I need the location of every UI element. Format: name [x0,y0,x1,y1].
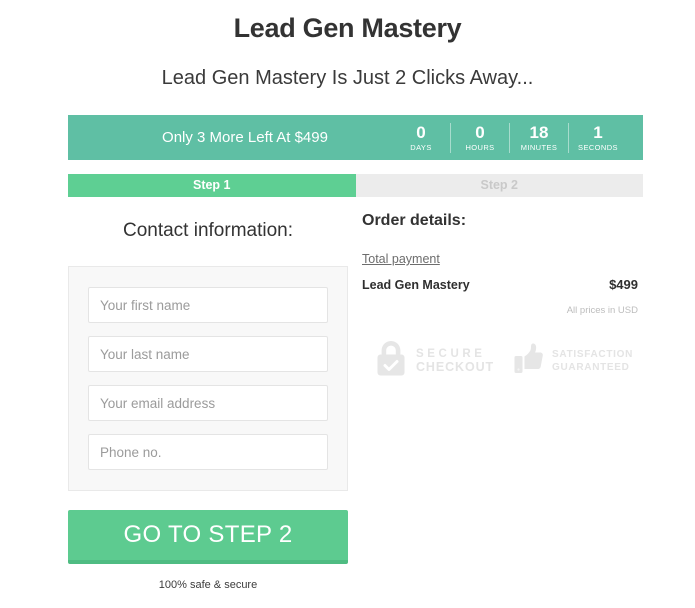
contact-form-panel [68,266,348,491]
satisfaction-line-1: SATISFACTION [552,348,634,360]
checkout-page: Lead Gen Mastery Lead Gen Mastery Is Jus… [0,11,695,608]
timer-unit-seconds: 1 SECONDS [568,122,627,153]
order-details-heading: Order details: [362,212,467,229]
lock-icon [374,339,408,382]
timer-seconds-value: 1 [593,122,603,142]
trust-badges: SECURE CHECKOUT SATISFACTION GUARANTEED [362,339,643,382]
step-1-tab[interactable]: Step 1 [68,174,356,197]
timer-minutes-label: MINUTES [520,142,558,152]
total-payment-label: Total payment [362,252,440,266]
step-2-tab[interactable]: Step 2 [355,174,643,197]
secure-checkout-line-1: SECURE [416,347,486,360]
step-progress-bar: Step 1 Step 2 [68,174,643,197]
timer-seconds-label: SECONDS [578,142,618,152]
secure-checkout-text: SECURE CHECKOUT [416,348,494,374]
last-name-input[interactable] [88,336,328,372]
timer-unit-minutes: 18 MINUTES [509,122,568,153]
line-item-price: $499 [609,277,638,292]
timer-minutes-value: 18 [529,122,549,142]
timer-hours-label: HOURS [465,142,495,152]
timer-days-value: 0 [416,122,426,142]
timer-days-label: DAYS [410,142,432,152]
satisfaction-guaranteed-badge: SATISFACTION GUARANTEED [514,341,633,380]
thumbs-up-icon [514,341,544,380]
first-name-input[interactable] [88,287,328,323]
go-to-step-2-button[interactable]: GO TO STEP 2 [68,510,348,564]
line-item-name: Lead Gen Mastery [362,278,470,292]
page-title: Lead Gen Mastery [233,13,462,43]
order-column: Order details: Total payment Lead Gen Ma… [362,207,643,382]
secure-checkout-line-2: CHECKOUT [416,359,495,374]
satisfaction-guaranteed-text: SATISFACTION GUARANTEED [552,348,633,374]
countdown-timer: 0 DAYS 0 HOURS 18 MINUTES 1 SECONDS [392,122,643,153]
timer-unit-days: 0 DAYS [392,123,450,153]
safe-secure-note: 100% safe & secure [158,579,258,591]
currency-note: All prices in USD [566,305,638,316]
scarcity-banner: Only 3 More Left At $499 0 DAYS 0 HOURS … [68,115,643,160]
email-input[interactable] [88,385,328,421]
contact-heading: Contact information: [122,220,294,241]
phone-input[interactable] [88,434,328,470]
page-subtitle: Lead Gen Mastery Is Just 2 Clicks Away..… [161,67,534,89]
timer-hours-value: 0 [475,122,485,142]
scarcity-text: Only 3 More Left At $499 [162,128,328,146]
contact-column: Contact information: GO TO STEP 2 100% s… [68,207,348,592]
secure-checkout-badge: SECURE CHECKOUT [374,339,494,382]
satisfaction-line-2: GUARANTEED [552,361,630,373]
timer-unit-hours: 0 HOURS [450,122,509,153]
order-line-item: Lead Gen Mastery $499 [362,277,638,293]
